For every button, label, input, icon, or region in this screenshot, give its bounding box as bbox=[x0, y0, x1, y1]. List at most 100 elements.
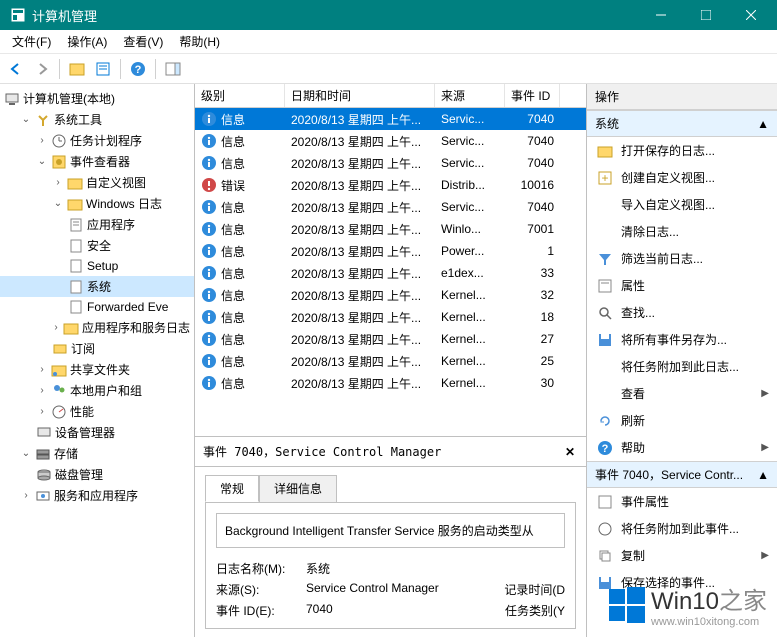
menu-file[interactable]: 文件(F) bbox=[4, 31, 59, 52]
tree-device-manager[interactable]: 设备管理器 bbox=[0, 422, 194, 443]
expand-icon[interactable]: › bbox=[52, 177, 64, 189]
action-attach-task[interactable]: 将任务附加到此日志... bbox=[587, 353, 777, 380]
col-datetime[interactable]: 日期和时间 bbox=[285, 84, 435, 107]
action-open-saved[interactable]: 打开保存的日志... bbox=[587, 137, 777, 164]
svg-text:?: ? bbox=[602, 443, 609, 455]
table-row[interactable]: 信息2020/8/13 星期四 上午...Kernel...27 bbox=[195, 328, 586, 350]
tree-application[interactable]: 应用程序 bbox=[0, 214, 194, 235]
col-source[interactable]: 来源 bbox=[435, 84, 505, 107]
maximize-button[interactable] bbox=[683, 0, 728, 30]
tab-details[interactable]: 详细信息 bbox=[259, 475, 337, 502]
expand-icon[interactable]: › bbox=[52, 322, 60, 334]
tree-security[interactable]: 安全 bbox=[0, 235, 194, 256]
detail-header: 事件 7040，Service Control Manager ✕ bbox=[195, 437, 586, 467]
properties-icon[interactable] bbox=[91, 57, 115, 81]
collapse-icon[interactable]: ▲ bbox=[757, 117, 769, 131]
table-row[interactable]: 信息2020/8/13 星期四 上午...e1dex...33 bbox=[195, 262, 586, 284]
tree-subscriptions[interactable]: 订阅 bbox=[0, 338, 194, 359]
expand-icon[interactable]: › bbox=[20, 490, 32, 502]
forward-button[interactable] bbox=[30, 57, 54, 81]
action-refresh[interactable]: 刷新 bbox=[587, 407, 777, 434]
action-filter-log[interactable]: 筛选当前日志... bbox=[587, 245, 777, 272]
expand-icon[interactable]: › bbox=[36, 135, 48, 147]
table-row[interactable]: 信息2020/8/13 星期四 上午...Servic...7040 bbox=[195, 130, 586, 152]
tab-general[interactable]: 常规 bbox=[205, 475, 259, 502]
menu-view[interactable]: 查看(V) bbox=[115, 31, 171, 52]
grid-body[interactable]: 信息2020/8/13 星期四 上午...Servic...7040信息2020… bbox=[195, 108, 586, 436]
back-button[interactable] bbox=[4, 57, 28, 81]
tree-task-scheduler[interactable]: ›任务计划程序 bbox=[0, 130, 194, 151]
tree-disk-management[interactable]: 磁盘管理 bbox=[0, 464, 194, 485]
tree-system-tools[interactable]: ⌄系统工具 bbox=[0, 109, 194, 130]
cell-eventid: 7040 bbox=[505, 112, 560, 126]
table-row[interactable]: 信息2020/8/13 星期四 上午...Kernel...18 bbox=[195, 306, 586, 328]
action-clear-log[interactable]: 清除日志... bbox=[587, 218, 777, 245]
actions-group-event[interactable]: 事件 7040，Service Contr...▲ bbox=[587, 461, 777, 488]
val-source: Service Control Manager bbox=[306, 581, 484, 598]
col-eventid[interactable]: 事件 ID bbox=[505, 84, 560, 107]
expand-icon[interactable]: › bbox=[36, 364, 48, 376]
action-event-props[interactable]: 事件属性 bbox=[587, 488, 777, 515]
services-icon bbox=[35, 488, 51, 504]
tree-storage[interactable]: ⌄存储 bbox=[0, 443, 194, 464]
expand-icon[interactable]: › bbox=[36, 406, 48, 418]
tree-shared-folders[interactable]: ›共享文件夹 bbox=[0, 359, 194, 380]
tree-app-service-logs[interactable]: ›应用程序和服务日志 bbox=[0, 317, 194, 338]
detail-tabs: 常规 详细信息 bbox=[195, 467, 586, 502]
collapse-icon[interactable]: ⌄ bbox=[36, 156, 48, 168]
table-row[interactable]: 信息2020/8/13 星期四 上午...Power...1 bbox=[195, 240, 586, 262]
info-icon bbox=[201, 243, 217, 259]
tree-event-viewer[interactable]: ⌄事件查看器 bbox=[0, 151, 194, 172]
tree-windows-logs[interactable]: ⌄Windows 日志 bbox=[0, 193, 194, 214]
tree-custom-views[interactable]: ›自定义视图 bbox=[0, 172, 194, 193]
actions-group-system[interactable]: 系统▲ bbox=[587, 110, 777, 137]
table-row[interactable]: 信息2020/8/13 星期四 上午...Winlo...7001 bbox=[195, 218, 586, 240]
action-properties[interactable]: 属性 bbox=[587, 272, 777, 299]
help-icon[interactable]: ? bbox=[126, 57, 150, 81]
navigation-tree[interactable]: 计算机管理(本地) ⌄系统工具 ›任务计划程序 ⌄事件查看器 ›自定义视图 ⌄W… bbox=[0, 84, 195, 637]
tree-forwarded[interactable]: Forwarded Eve bbox=[0, 297, 194, 317]
tree-local-users[interactable]: ›本地用户和组 bbox=[0, 380, 194, 401]
collapse-icon[interactable]: ⌄ bbox=[20, 448, 32, 460]
center-panel: 级别 日期和时间 来源 事件 ID 信息2020/8/13 星期四 上午...S… bbox=[195, 84, 587, 637]
table-row[interactable]: 信息2020/8/13 星期四 上午...Kernel...32 bbox=[195, 284, 586, 306]
action-save-selected[interactable]: 保存选择的事件... bbox=[587, 569, 777, 596]
action-create-custom[interactable]: +创建自定义视图... bbox=[587, 164, 777, 191]
explorer-icon[interactable] bbox=[65, 57, 89, 81]
col-level[interactable]: 级别 bbox=[195, 84, 285, 107]
table-row[interactable]: 信息2020/8/13 星期四 上午...Kernel...25 bbox=[195, 350, 586, 372]
action-help[interactable]: ?帮助▶ bbox=[587, 434, 777, 461]
table-row[interactable]: 信息2020/8/13 星期四 上午...Servic...7040 bbox=[195, 196, 586, 218]
table-row[interactable]: 错误2020/8/13 星期四 上午...Distrib...10016 bbox=[195, 174, 586, 196]
action-copy[interactable]: 复制▶ bbox=[587, 542, 777, 569]
action-view[interactable]: 查看▶ bbox=[587, 380, 777, 407]
action-import-custom[interactable]: 导入自定义视图... bbox=[587, 191, 777, 218]
menu-help[interactable]: 帮助(H) bbox=[171, 31, 228, 52]
tree-root[interactable]: 计算机管理(本地) bbox=[0, 88, 194, 109]
minimize-button[interactable] bbox=[638, 0, 683, 30]
log-icon bbox=[68, 238, 84, 254]
device-icon bbox=[36, 425, 52, 441]
collapse-icon[interactable]: ⌄ bbox=[52, 198, 64, 210]
action-find[interactable]: 查找... bbox=[587, 299, 777, 326]
tree-services-apps[interactable]: ›服务和应用程序 bbox=[0, 485, 194, 506]
cell-source: Servic... bbox=[435, 156, 505, 170]
toolbar: ? bbox=[0, 54, 777, 84]
menu-action[interactable]: 操作(A) bbox=[59, 31, 115, 52]
table-row[interactable]: 信息2020/8/13 星期四 上午...Kernel...30 bbox=[195, 372, 586, 394]
tree-setup[interactable]: Setup bbox=[0, 256, 194, 276]
collapse-icon[interactable]: ⌄ bbox=[20, 114, 32, 126]
close-icon[interactable]: ✕ bbox=[562, 444, 578, 460]
action-save-all[interactable]: 将所有事件另存为... bbox=[587, 326, 777, 353]
table-row[interactable]: 信息2020/8/13 星期四 上午...Servic...7040 bbox=[195, 108, 586, 130]
panel-icon[interactable] bbox=[161, 57, 185, 81]
collapse-icon[interactable]: ▲ bbox=[757, 468, 769, 482]
action-attach-task-event[interactable]: 将任务附加到此事件... bbox=[587, 515, 777, 542]
table-row[interactable]: 信息2020/8/13 星期四 上午...Servic...7040 bbox=[195, 152, 586, 174]
tree-performance[interactable]: ›性能 bbox=[0, 401, 194, 422]
tree-system[interactable]: 系统 bbox=[0, 276, 194, 297]
expand-icon[interactable]: › bbox=[36, 385, 48, 397]
wrench-icon bbox=[35, 112, 51, 128]
event-message: Background Intelligent Transfer Service … bbox=[225, 524, 534, 538]
close-button[interactable] bbox=[728, 0, 773, 30]
